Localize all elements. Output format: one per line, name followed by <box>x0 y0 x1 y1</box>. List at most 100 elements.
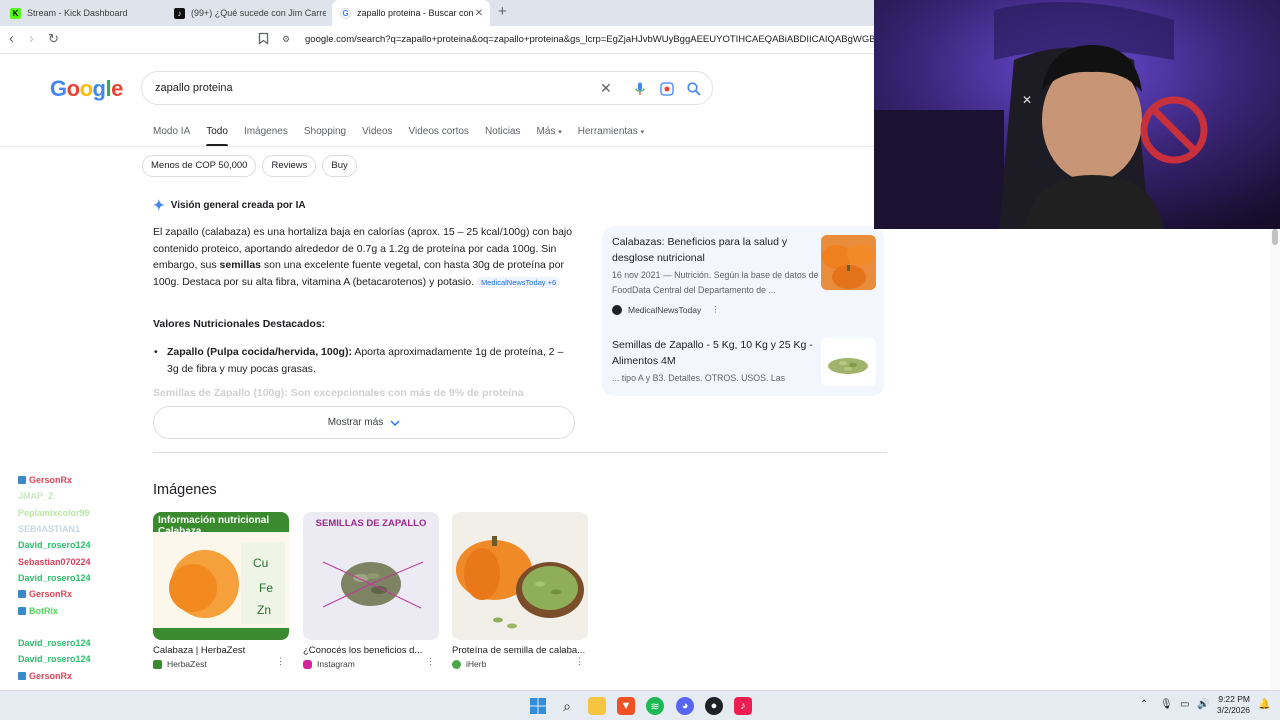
semillas-infographic-image[interactable]: SEMILLAS DE ZAPALLO <box>303 512 439 640</box>
back-icon[interactable]: ‹ <box>9 31 14 47</box>
nutrition-bullet: Zapallo (Pulpa cocida/hervida, 100g): Ap… <box>154 344 572 377</box>
ai-overview-text: El zapallo (calabaza) es una hortaliza b… <box>153 224 573 290</box>
tab-title: zapallo proteina - Buscar con Go <box>357 8 473 18</box>
search-icon[interactable] <box>687 82 701 96</box>
nav-divider <box>0 146 874 147</box>
bullet-bold-label: Zapallo (Pulpa cocida/hervida, 100g): <box>167 346 352 358</box>
more-options-icon[interactable]: ⋮ <box>575 656 584 667</box>
chat-username: JMAP_Z <box>18 491 54 502</box>
source-title[interactable]: Calabazas: Beneficios para la salud y de… <box>612 234 822 266</box>
source-card[interactable]: Semillas de Zapallo - 5 Kg, 10 Kg y 25 K… <box>612 337 822 386</box>
tab-noticias[interactable]: Noticias <box>485 126 521 147</box>
image-caption[interactable]: ¿Conocés los beneficios d... <box>303 645 439 656</box>
bookmark-icon[interactable] <box>258 32 269 45</box>
forward-icon[interactable]: › <box>29 31 34 47</box>
close-tab-icon[interactable]: ✕ <box>473 8 485 19</box>
images-section-title: Imágenes <box>153 482 217 498</box>
calabaza-infographic-image[interactable]: Cu Fe Zn Información nutricional Calabaz… <box>153 512 289 640</box>
chat-username: David_rosero124 <box>18 654 91 665</box>
tab-todo[interactable]: Todo <box>206 126 228 147</box>
browser-tab-strip: K Stream - Kick Dashboard ♪ (99+) ¿Qué s… <box>0 0 874 26</box>
image-result[interactable]: SEMILLAS DE ZAPALLO ¿Conocés los benefic… <box>303 512 439 669</box>
seeds-thumbnail[interactable] <box>821 338 876 386</box>
show-more-button[interactable]: Mostrar más <box>153 406 575 439</box>
microphone-tray-icon[interactable]: 🎙 <box>1160 699 1173 710</box>
chat-username: SEB4ASTIAN1 <box>18 524 81 535</box>
image-site-name: Instagram <box>317 659 355 669</box>
chip-reviews[interactable]: Reviews <box>262 155 317 177</box>
source-title[interactable]: Semillas de Zapallo - 5 Kg, 10 Kg y 25 K… <box>612 337 822 369</box>
discord-icon[interactable]: ◕ <box>676 697 694 715</box>
chat-message: Peplamixcolor99 <box>18 505 153 521</box>
more-options-icon[interactable]: ⋮ <box>426 656 435 667</box>
scrollbar-thumb[interactable] <box>1272 229 1278 245</box>
lens-icon[interactable] <box>660 82 674 96</box>
tab-tiktok[interactable]: ♪ (99+) ¿Qué sucede con Jim Carrey? C <box>168 0 326 26</box>
search-tabs: Modo IA Todo Imágenes Shopping Videos Vi… <box>153 126 644 147</box>
site-info-icon[interactable]: ⚙ <box>282 34 290 45</box>
chat-message: GersonRx <box>18 668 153 684</box>
volume-icon[interactable]: 🔊 <box>1197 699 1209 710</box>
file-explorer-icon[interactable] <box>588 697 606 715</box>
tray-overflow-icon[interactable]: ⌃ <box>1140 699 1148 710</box>
pumpkin-thumbnail[interactable] <box>821 235 876 290</box>
chat-username: David_rosero124 <box>18 540 91 551</box>
image-site-name: HerbaZest <box>167 659 207 669</box>
iherb-icon <box>452 659 461 669</box>
image-result[interactable]: Cu Fe Zn Información nutricional Calabaz… <box>153 512 289 669</box>
image-caption[interactable]: Calabaza | HerbaZest <box>153 645 289 656</box>
image-site: HerbaZest <box>153 659 289 669</box>
system-clock[interactable]: 9:22 PM 3/2/2026 <box>1217 694 1250 716</box>
caret-down-icon: ▾ <box>640 129 645 136</box>
google-icon: G <box>340 7 351 19</box>
chip-price-filter[interactable]: Menos de COP 50,000 <box>142 155 257 177</box>
windows-taskbar: ⌕ ▼ ≋ ◕ ● ♪ ⌃ 🎙 ▭ 🔊 9:22 PM 3/2/2026 🔔 <box>0 690 1280 720</box>
clock-date: 3/2/2026 <box>1216 705 1250 715</box>
obs-icon[interactable]: ● <box>705 697 723 715</box>
source-site: MedicalNewsToday ⋮ <box>612 304 822 315</box>
tab-kick-dashboard[interactable]: K Stream - Kick Dashboard <box>4 0 164 26</box>
chat-message: David_rosero124 <box>18 537 153 553</box>
chat-message: GersonRx <box>18 586 153 602</box>
tab-label: Más <box>536 126 556 137</box>
tab-videos-cortos[interactable]: Videos cortos <box>409 126 469 147</box>
new-tab-button[interactable]: + <box>498 3 507 20</box>
more-options-icon[interactable]: ⋮ <box>276 656 285 667</box>
image-caption[interactable]: Proteína de semilla de calaba... <box>452 645 588 656</box>
instagram-icon <box>303 659 312 669</box>
page-scrollbar[interactable] <box>1270 229 1280 690</box>
chip-buy[interactable]: Buy <box>322 155 357 177</box>
tab-shopping[interactable]: Shopping <box>304 126 346 147</box>
spotify-icon[interactable]: ≋ <box>646 697 664 715</box>
search-icon[interactable]: ⌕ <box>558 697 576 715</box>
more-options-icon[interactable]: ⋮ <box>711 304 720 315</box>
notifications-icon[interactable]: 🔔 <box>1258 699 1270 710</box>
search-box[interactable]: zapallo proteina ✕ <box>141 71 713 105</box>
source-card[interactable]: Calabazas: Beneficios para la salud y de… <box>612 234 822 315</box>
pumpkin-seeds-image[interactable] <box>452 512 588 640</box>
tab-imagenes[interactable]: Imágenes <box>244 126 288 147</box>
source-site-name: MedicalNewsToday <box>628 304 702 315</box>
google-logo[interactable]: Google <box>50 76 123 102</box>
tab-videos[interactable]: Videos <box>362 126 392 147</box>
network-icon[interactable]: ▭ <box>1180 699 1189 710</box>
tab-herramientas[interactable]: Herramientas ▾ <box>578 126 644 147</box>
url-field[interactable]: google.com/search?q=zapallo+proteina&oq=… <box>305 31 893 49</box>
image-result[interactable]: Proteína de semilla de calaba... iHerb ⋮ <box>452 512 588 669</box>
herbazest-icon <box>153 659 162 669</box>
chat-username: BotRix <box>29 605 58 616</box>
reload-icon[interactable]: ↻ <box>48 31 59 47</box>
windows-start-icon[interactable] <box>529 697 547 715</box>
tiktok-studio-icon[interactable]: ♪ <box>734 697 752 715</box>
tab-mas[interactable]: Más ▾ <box>537 126 562 147</box>
chat-message <box>18 619 153 635</box>
source-snippet: 16 nov 2021 — Nutrición. Según la base d… <box>612 270 819 295</box>
tab-google-search[interactable]: G zapallo proteina - Buscar con Go ✕ <box>332 0 490 26</box>
search-input[interactable]: zapallo proteina <box>155 82 233 94</box>
chat-message: David_rosero124 <box>18 570 153 586</box>
brave-browser-icon[interactable]: ▼ <box>617 697 635 715</box>
clear-icon[interactable]: ✕ <box>600 80 612 96</box>
microphone-icon[interactable] <box>635 82 645 96</box>
source-chip[interactable]: MedicalNewsToday +6 <box>476 276 561 288</box>
tab-modo-ia[interactable]: Modo IA <box>153 126 190 147</box>
